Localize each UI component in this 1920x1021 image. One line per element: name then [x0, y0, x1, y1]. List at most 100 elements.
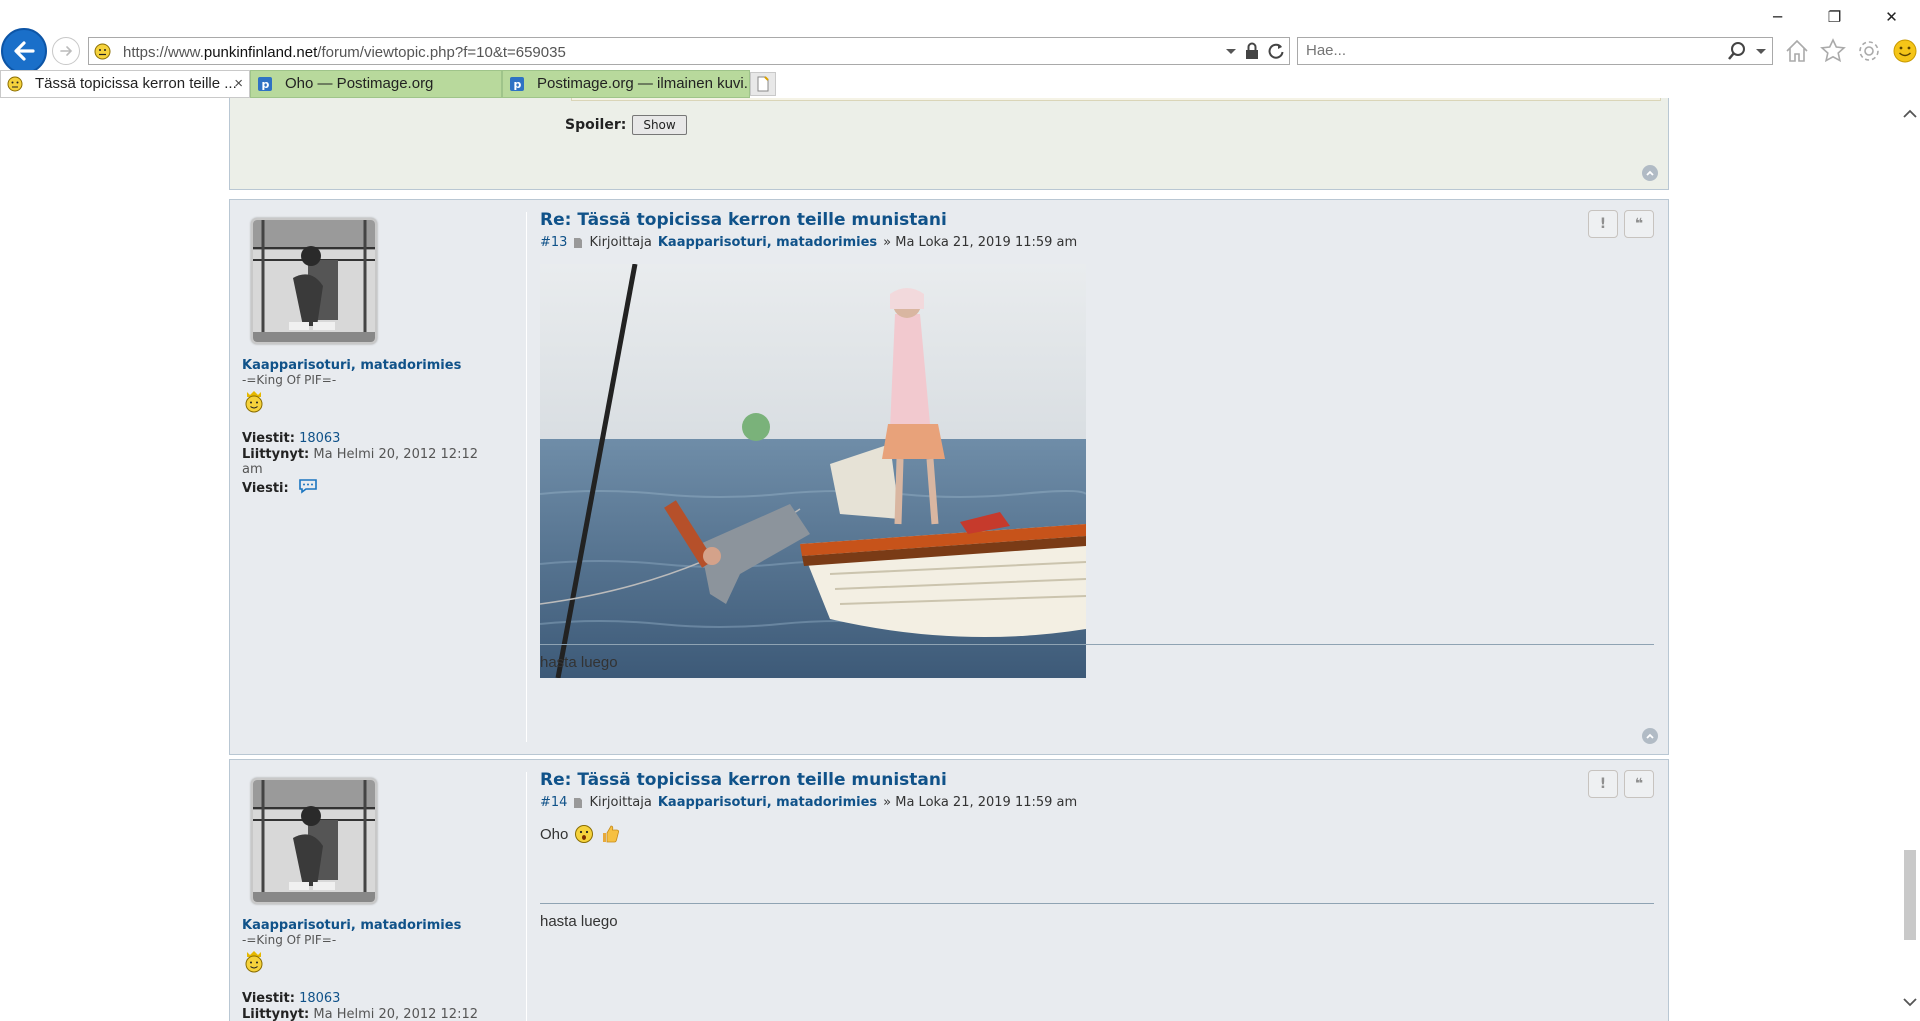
surprised-smiley-icon: [575, 825, 594, 843]
author-name[interactable]: Kaapparisoturi, matadorimies: [242, 358, 502, 373]
lock-icon[interactable]: [1245, 41, 1259, 61]
address-bar[interactable]: https://www.punkinfinland.net/forum/view…: [88, 37, 1290, 65]
back-to-top-button[interactable]: [1642, 165, 1658, 181]
author-name[interactable]: Kaapparisoturi, matadorimies: [242, 918, 502, 933]
profile-posts: Viestit: 18063: [242, 991, 502, 1006]
post-document-icon: [574, 797, 583, 808]
forward-button[interactable]: [52, 37, 80, 65]
tab-forum-topic[interactable]: Tässä topicissa kerron teille ... ×: [0, 70, 250, 98]
posts-count[interactable]: 18063: [299, 991, 340, 1006]
post-actions: ! ❝: [1588, 770, 1654, 798]
url-prefix: https://www.: [123, 44, 204, 61]
toolbar-icons: [1783, 37, 1919, 65]
search-bar-icons: [1728, 41, 1766, 61]
restore-button[interactable]: ❐: [1806, 0, 1863, 34]
close-window-button[interactable]: ✕: [1863, 0, 1920, 34]
rank-image: [242, 949, 502, 977]
quote-icon: ❝: [1634, 216, 1644, 232]
avatar[interactable]: [251, 778, 377, 904]
gear-icon[interactable]: [1855, 37, 1883, 65]
post-number[interactable]: #14: [540, 795, 567, 810]
post-body: Re: Tässä topicissa kerron teille munist…: [540, 770, 1654, 930]
chevron-up-icon: [1646, 170, 1654, 176]
joined-label: Liittynyt:: [242, 447, 310, 462]
refresh-icon[interactable]: [1267, 41, 1285, 61]
favorites-star-icon[interactable]: [1819, 37, 1847, 65]
king-smiley-icon: [245, 391, 263, 413]
spoiler: Spoiler: Show: [565, 115, 687, 135]
url-domain: punkinfinland.net: [203, 44, 318, 61]
spoiler-label: Spoiler:: [565, 117, 627, 133]
arrow-right-icon: [60, 46, 73, 56]
window-controls: ─ ❐ ✕: [1749, 0, 1920, 34]
tab-label: Tässä topicissa kerron teille ...: [35, 75, 237, 92]
back-to-top-button[interactable]: [1642, 728, 1658, 744]
posts-count[interactable]: 18063: [299, 431, 340, 446]
avatar-image: [253, 780, 375, 902]
post-title[interactable]: Re: Tässä topicissa kerron teille munist…: [540, 770, 1654, 790]
search-input[interactable]: [1306, 42, 1706, 59]
posts-label: Viestit:: [242, 431, 295, 446]
rank-image: [242, 389, 502, 417]
post-13: Kaapparisoturi, matadorimies -=King Of P…: [229, 199, 1669, 755]
chat-bubble-icon[interactable]: [297, 478, 319, 494]
url-text[interactable]: https://www.punkinfinland.net/forum/view…: [123, 44, 566, 61]
chevron-down-icon[interactable]: [1756, 41, 1766, 61]
new-tab-button[interactable]: [750, 72, 776, 96]
post-author[interactable]: Kaapparisoturi, matadorimies: [658, 235, 877, 250]
spoiler-show-button[interactable]: Show: [632, 115, 687, 135]
post-title[interactable]: Re: Tässä topicissa kerron teille munist…: [540, 210, 1654, 230]
scroll-thumb[interactable]: [1904, 850, 1916, 940]
post-date: » Ma Loka 21, 2019 11:59 am: [883, 235, 1078, 250]
post-text: Oho: [540, 825, 569, 843]
profile-divider: [526, 772, 527, 1021]
post-meta: #13 Kirjoittaja Kaapparisoturi, matadori…: [540, 235, 1654, 250]
post-author[interactable]: Kaapparisoturi, matadorimies: [658, 795, 877, 810]
tab-postimage-oho[interactable]: p Oho — Postimage.org: [250, 70, 502, 98]
search-bar[interactable]: [1297, 37, 1773, 65]
profile-joined: Liittynyt: Ma Helmi 20, 2012 12:12 am: [242, 1007, 502, 1021]
page-viewport: Spoiler: Show Kaapparisoturi, matadorimi…: [0, 98, 1900, 1021]
avatar[interactable]: [251, 218, 377, 344]
post-profile: Kaapparisoturi, matadorimies -=King Of P…: [242, 778, 502, 1021]
back-button[interactable]: [1, 28, 47, 74]
profile-posts: Viestit: 18063: [242, 431, 502, 446]
quote-icon: ❝: [1634, 776, 1644, 792]
profile-joined: Liittynyt: Ma Helmi 20, 2012 12:12 am: [242, 447, 502, 477]
post-by-label: Kirjoittaja: [589, 235, 652, 250]
post-meta: #14 Kirjoittaja Kaapparisoturi, matadori…: [540, 795, 1654, 810]
dropdown-icon[interactable]: [1225, 41, 1237, 61]
vertical-scrollbar[interactable]: [1900, 98, 1920, 1021]
tab-postimage-ilmainen[interactable]: p Postimage.org — ilmainen kuvi...: [502, 70, 750, 98]
scroll-up-icon[interactable]: [1902, 108, 1918, 120]
minimize-button[interactable]: ─: [1749, 0, 1806, 34]
smiley-feedback-icon[interactable]: [1891, 37, 1919, 65]
search-icon[interactable]: [1728, 41, 1746, 61]
quote-button[interactable]: ❝: [1624, 770, 1654, 798]
report-button[interactable]: !: [1588, 770, 1618, 798]
signature-separator: [540, 903, 1654, 904]
post-previous: Spoiler: Show: [229, 98, 1669, 190]
author-rank: -=King Of PIF=-: [242, 933, 337, 947]
url-path: /forum/viewtopic.php?f=10&t=659035: [317, 44, 566, 61]
boat-photo-image: [540, 264, 1086, 678]
posts-label: Viestit:: [242, 991, 295, 1006]
post-by-label: Kirjoittaja: [589, 795, 652, 810]
post-14: Kaapparisoturi, matadorimies -=King Of P…: [229, 759, 1669, 1021]
svg-text:p: p: [514, 78, 522, 91]
post-number[interactable]: #13: [540, 235, 567, 250]
smiley-favicon-icon: [7, 76, 23, 92]
signature: hasta luego: [540, 913, 618, 930]
profile-message: Viesti:: [242, 478, 502, 496]
svg-text:p: p: [262, 78, 270, 91]
arrow-left-icon: [14, 41, 35, 61]
post-image[interactable]: [540, 264, 1086, 678]
tab-close-button[interactable]: ×: [234, 71, 243, 97]
postimage-favicon-icon: p: [258, 77, 272, 91]
quote-button[interactable]: ❝: [1624, 210, 1654, 238]
home-icon[interactable]: [1783, 37, 1811, 65]
scroll-down-icon[interactable]: [1902, 996, 1918, 1008]
report-button[interactable]: !: [1588, 210, 1618, 238]
author-rank: -=King Of PIF=-: [242, 373, 337, 387]
thumbs-up-icon: [603, 825, 620, 843]
